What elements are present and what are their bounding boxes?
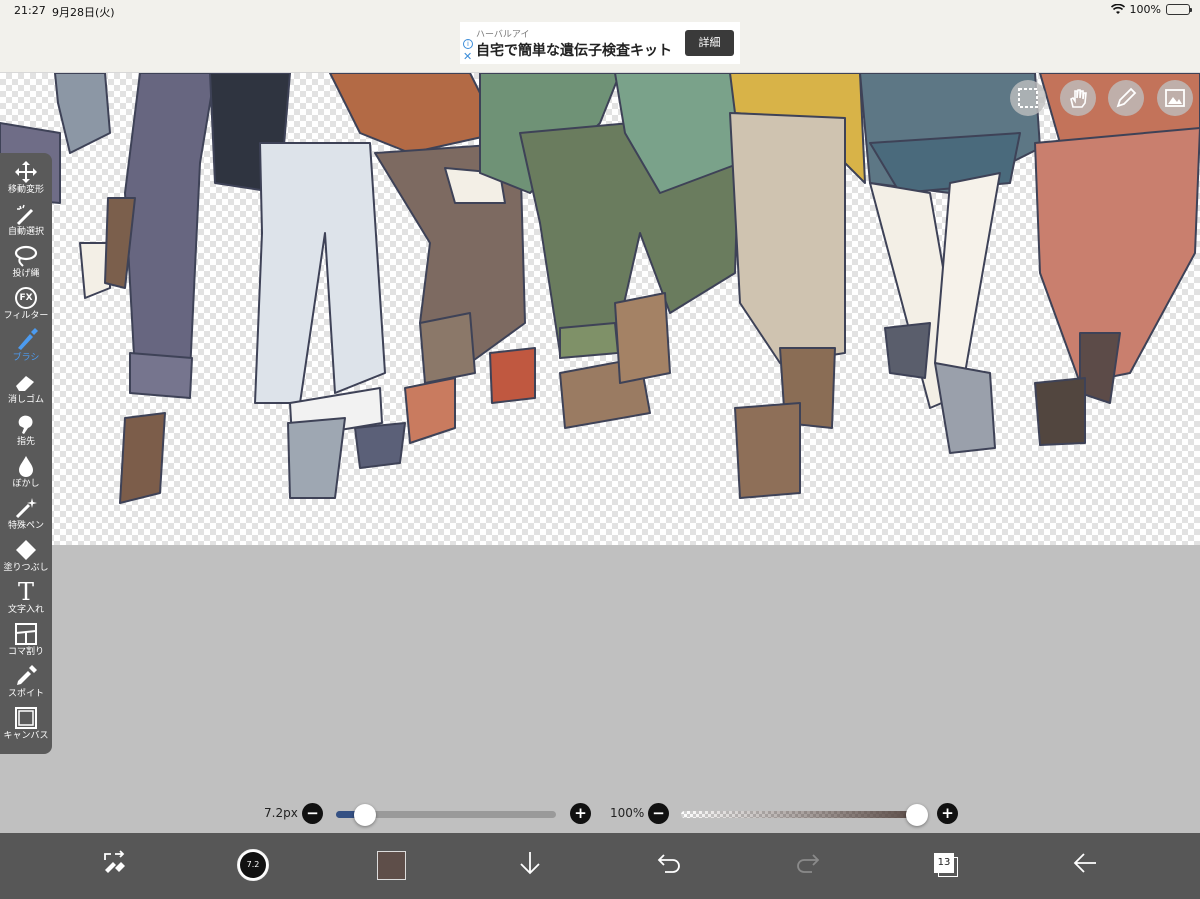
material-icon xyxy=(1164,87,1186,109)
lasso-icon xyxy=(14,243,38,269)
status-date: 9月28日(火) xyxy=(52,6,115,19)
arrow-down-icon xyxy=(518,850,542,880)
selection-icon xyxy=(1017,87,1039,109)
smudge-finger-icon xyxy=(14,411,38,437)
tool-label: キャンバス xyxy=(3,731,49,741)
tool-canvas[interactable]: キャンバス xyxy=(0,705,52,747)
tool-brush[interactable]: ブラシ xyxy=(0,327,52,369)
status-time: 21:27 xyxy=(14,4,46,17)
brush-size-preview: 7.2 xyxy=(237,849,269,881)
ruler-button[interactable] xyxy=(1108,80,1144,116)
text-icon: T xyxy=(17,578,34,606)
tool-text[interactable]: T 文字入れ xyxy=(0,579,52,621)
tool-fill[interactable]: 塗りつぶし xyxy=(0,537,52,579)
battery-icon xyxy=(1166,4,1192,15)
artwork-illustration xyxy=(0,73,1200,504)
battery-percent: 100% xyxy=(1129,3,1161,16)
opacity-decrease-button[interactable]: − xyxy=(648,803,669,824)
tool-label: 文字入れ xyxy=(7,605,44,615)
download-button[interactable] xyxy=(508,843,552,887)
tool-special-pen[interactable]: 特殊ペン xyxy=(0,495,52,537)
bottom-toolbar: 7.2 13 xyxy=(0,833,1200,899)
layer-count: 13 xyxy=(934,853,954,873)
redo-button[interactable] xyxy=(786,843,830,887)
tool-lasso[interactable]: 投げ縄 xyxy=(0,243,52,285)
tool-smudge[interactable]: 指先 xyxy=(0,411,52,453)
status-bar: 21:27 9月28日(火) 100% xyxy=(0,0,1200,22)
ad-headline[interactable]: 自宅で簡単な遺伝子検査キット xyxy=(476,40,672,60)
move-arrows-icon xyxy=(14,159,38,185)
color-swatch xyxy=(376,850,406,880)
status-right: 100% xyxy=(1110,3,1192,16)
tool-label: 投げ縄 xyxy=(12,269,40,279)
tool-eyedropper[interactable]: スポイト xyxy=(0,663,52,705)
tool-label: コマ割り xyxy=(7,647,44,657)
tool-label: 移動変形 xyxy=(7,185,44,195)
tool-eraser[interactable]: 消しゴム xyxy=(0,369,52,411)
layers-button[interactable]: 13 xyxy=(924,843,968,887)
blur-drop-icon xyxy=(14,453,38,479)
arrow-left-icon xyxy=(1072,852,1098,878)
tool-label: 自動選択 xyxy=(7,227,44,237)
ad-banner[interactable]: i ✕ ハーバルアイ 自宅で簡単な遺伝子検査キット 詳細 xyxy=(460,22,740,64)
fx-icon: FX xyxy=(15,285,37,311)
brush-size-value: 7.2px xyxy=(264,806,298,820)
wifi-icon xyxy=(1110,4,1125,15)
hand-button[interactable] xyxy=(1060,80,1096,116)
tool-label: 消しゴム xyxy=(7,395,44,405)
tool-blur[interactable]: ぼかし xyxy=(0,453,52,495)
back-button[interactable] xyxy=(1063,843,1107,887)
brush-eraser-switch-icon xyxy=(101,850,127,880)
tool-label: スポイト xyxy=(7,689,44,699)
tool-move[interactable]: 移動変形 xyxy=(0,159,52,201)
eyedropper-icon xyxy=(14,663,38,689)
ad-info-icon[interactable]: i xyxy=(463,39,473,49)
redo-icon xyxy=(795,852,821,878)
brush-size-slider[interactable] xyxy=(336,804,556,826)
panel-divide-icon xyxy=(14,621,38,647)
tool-palette: 移動変形 自動選択 投げ縄 FX フィルター ブラシ 消しゴム 指先 ぼかし 特… xyxy=(0,153,52,754)
ruler-pen-icon xyxy=(1115,87,1137,109)
brush-settings-bar: 7.2px − + 100% − + xyxy=(0,795,1200,833)
special-pen-icon xyxy=(14,495,38,521)
magic-wand-icon xyxy=(14,201,38,227)
tool-label: ブラシ xyxy=(12,353,40,363)
drawing-canvas[interactable] xyxy=(0,73,1200,545)
opacity-increase-button[interactable]: + xyxy=(937,803,958,824)
selection-button[interactable] xyxy=(1010,80,1046,116)
tool-filter[interactable]: FX フィルター xyxy=(0,285,52,327)
size-increase-button[interactable]: + xyxy=(570,803,591,824)
tool-panel-divide[interactable]: コマ割り xyxy=(0,621,52,663)
hand-icon xyxy=(1067,87,1089,109)
brush-size-knob[interactable] xyxy=(353,804,376,826)
size-decrease-button[interactable]: − xyxy=(302,803,323,824)
opacity-knob[interactable] xyxy=(906,804,928,826)
tool-label: フィルター xyxy=(3,311,49,321)
tool-label: ぼかし xyxy=(12,479,40,489)
ad-close-icon[interactable]: ✕ xyxy=(463,51,472,62)
ad-bar: i ✕ ハーバルアイ 自宅で簡単な遺伝子検査キット 詳細 xyxy=(0,22,1200,73)
layers-icon: 13 xyxy=(934,853,958,877)
opacity-value: 100% xyxy=(610,806,645,820)
tool-label: 特殊ペン xyxy=(7,521,44,531)
color-button[interactable] xyxy=(369,843,413,887)
tool-auto-select[interactable]: 自動選択 xyxy=(0,201,52,243)
ad-cta-button[interactable]: 詳細 xyxy=(685,30,734,56)
fill-bucket-icon xyxy=(14,537,38,563)
brush-size-preview-button[interactable]: 7.2 xyxy=(231,843,275,887)
canvas-icon xyxy=(14,705,38,731)
eraser-icon xyxy=(14,369,38,395)
quick-toggle-button[interactable] xyxy=(92,843,136,887)
tool-label: 塗りつぶし xyxy=(3,563,49,573)
material-button[interactable] xyxy=(1157,80,1193,116)
ad-brand: ハーバルアイ xyxy=(476,30,530,40)
undo-icon xyxy=(656,852,682,878)
brush-icon xyxy=(14,327,38,353)
brush-size-preview-value: 7.2 xyxy=(246,860,260,869)
opacity-slider[interactable] xyxy=(681,804,928,826)
tool-label: 指先 xyxy=(16,437,35,447)
undo-button[interactable] xyxy=(647,843,691,887)
